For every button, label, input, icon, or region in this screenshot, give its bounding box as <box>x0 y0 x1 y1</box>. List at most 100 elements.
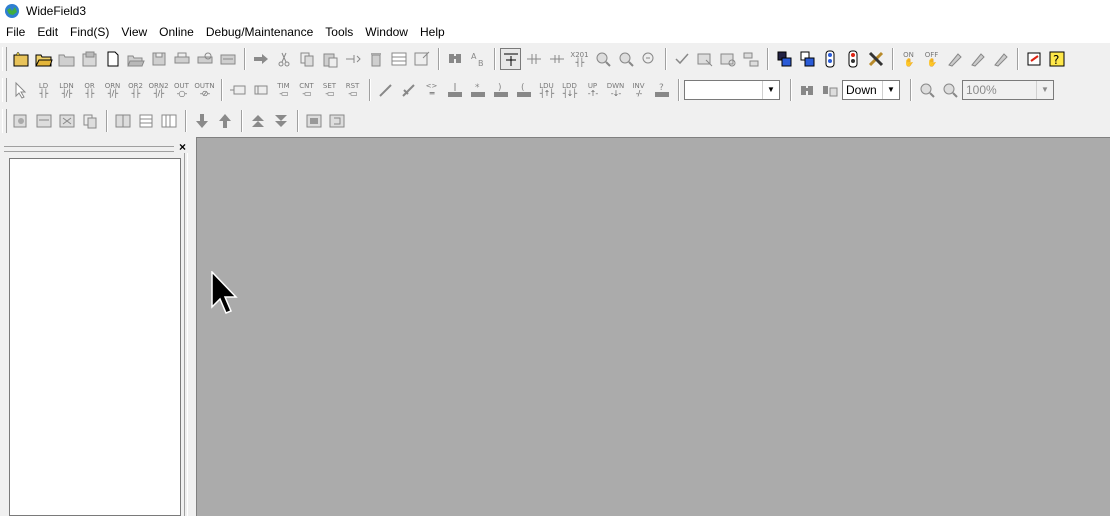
find-combo[interactable]: ▼ <box>684 79 780 100</box>
new-project-icon[interactable] <box>10 48 31 70</box>
table-icon[interactable] <box>388 48 409 70</box>
zoom-combo[interactable]: 100% ▼ <box>962 79 1054 100</box>
bracket-close-icon[interactable]: ) <box>490 79 511 101</box>
menu-edit[interactable]: Edit <box>31 22 64 43</box>
toolbar-grip[interactable] <box>2 108 7 133</box>
menu-find[interactable]: Find(S) <box>64 22 115 43</box>
cnt-button[interactable]: CNT -▭ <box>296 79 317 101</box>
copy-icon[interactable] <box>296 48 317 70</box>
menu-file[interactable]: File <box>0 22 31 43</box>
up-button[interactable]: UP -↑- <box>582 79 603 101</box>
toolbar-grip[interactable] <box>2 46 7 71</box>
reset-value-icon[interactable] <box>967 48 988 70</box>
insert-contact-icon[interactable] <box>523 48 544 70</box>
force-off-icon[interactable]: OFF ✋ <box>921 48 942 70</box>
zoom-cross-icon[interactable] <box>638 48 659 70</box>
force-on-icon[interactable]: ON ✋ <box>898 48 919 70</box>
new-file-icon[interactable] <box>102 48 123 70</box>
close-project-icon[interactable] <box>56 48 77 70</box>
menu-view[interactable]: View <box>115 22 153 43</box>
properties-icon[interactable] <box>411 48 432 70</box>
toolbar-grip[interactable] <box>2 77 7 102</box>
direction-combo[interactable]: Down ▼ <box>842 79 900 100</box>
compare-icon[interactable] <box>717 48 738 70</box>
save-file-icon[interactable] <box>148 48 169 70</box>
chevron-down-icon[interactable]: ▼ <box>882 80 899 99</box>
mdi-workspace[interactable] <box>196 137 1110 516</box>
zoom-search-icon[interactable] <box>592 48 613 70</box>
run-mode-icon[interactable] <box>819 48 840 70</box>
block-view-icon[interactable] <box>303 110 324 132</box>
network-icon[interactable] <box>740 48 761 70</box>
compare-button[interactable]: <> ═ <box>421 79 442 101</box>
panel-splitter[interactable] <box>184 153 188 516</box>
vertical-line-icon[interactable] <box>444 79 465 101</box>
erase-line-icon[interactable] <box>398 79 419 101</box>
print-icon[interactable] <box>171 48 192 70</box>
ld-button[interactable]: LD ┤├ <box>33 79 54 101</box>
search-binoculars-icon[interactable] <box>796 79 817 101</box>
or2-button[interactable]: OR2 ┤├ <box>125 79 146 101</box>
draw-line-icon[interactable] <box>375 79 396 101</box>
chevron-down-icon[interactable]: ▼ <box>1036 80 1053 99</box>
cut-icon[interactable] <box>273 48 294 70</box>
save-project-icon[interactable] <box>79 48 100 70</box>
open-file-icon[interactable] <box>125 48 146 70</box>
page-setup-icon[interactable] <box>217 48 238 70</box>
zoom-in-icon[interactable] <box>916 79 937 101</box>
open-project-icon[interactable] <box>33 48 54 70</box>
function-block-alt-icon[interactable] <box>250 79 271 101</box>
monitor-icon[interactable] <box>1023 48 1044 70</box>
menu-online[interactable]: Online <box>153 22 200 43</box>
dwn-button[interactable]: DWN -↓- <box>605 79 626 101</box>
zoom-search-alt-icon[interactable] <box>615 48 636 70</box>
program-list-icon[interactable] <box>33 110 54 132</box>
ldd-button[interactable]: LDD ┤↓├ <box>559 79 580 101</box>
orn2-button[interactable]: ORN2 ┤/├ <box>148 79 169 101</box>
orn-button[interactable]: ORN ┤/├ <box>102 79 123 101</box>
io-table-icon[interactable] <box>112 110 133 132</box>
move-up-icon[interactable] <box>214 110 235 132</box>
diff-up-icon[interactable]: * <box>467 79 488 101</box>
check-icon[interactable] <box>671 48 692 70</box>
arrow-right-icon[interactable] <box>250 48 271 70</box>
search-replace-icon[interactable] <box>819 79 840 101</box>
bracket-open-icon[interactable]: ( <box>513 79 534 101</box>
plc-connect-icon[interactable] <box>773 48 794 70</box>
zoom-out-icon[interactable] <box>939 79 960 101</box>
plc-transfer-icon[interactable] <box>796 48 817 70</box>
tools-icon[interactable] <box>865 48 886 70</box>
grid-table-icon[interactable] <box>158 110 179 132</box>
move-down-icon[interactable] <box>191 110 212 132</box>
compile-icon[interactable] <box>694 48 715 70</box>
ldn-button[interactable]: LDN ┤/├ <box>56 79 77 101</box>
set-button[interactable]: SET -▭ <box>319 79 340 101</box>
edit-value-icon[interactable] <box>990 48 1011 70</box>
function-block-icon[interactable] <box>227 79 248 101</box>
delete-icon[interactable] <box>365 48 386 70</box>
select-cursor-icon[interactable] <box>10 79 31 101</box>
insert-rung-icon[interactable] <box>500 47 521 70</box>
rst-button[interactable]: RST -▭ <box>342 79 363 101</box>
panel-header[interactable]: × <box>4 141 188 153</box>
or-button[interactable]: OR ┤├ <box>79 79 100 101</box>
cross-reference-icon[interactable] <box>56 110 77 132</box>
memory-table-icon[interactable] <box>135 110 156 132</box>
close-icon[interactable]: × <box>179 141 186 153</box>
inv-button[interactable]: INV -/- <box>628 79 649 101</box>
ldu-button[interactable]: LDU ┤↑├ <box>536 79 557 101</box>
delete-contact-icon[interactable] <box>546 48 567 70</box>
replace-icon[interactable]: AB <box>467 48 488 70</box>
comment-list-icon[interactable] <box>79 110 100 132</box>
stop-mode-icon[interactable] <box>842 48 863 70</box>
tim-button[interactable]: TIM -▭ <box>273 79 294 101</box>
print-preview-icon[interactable] <box>194 48 215 70</box>
menu-debug-maintenance[interactable]: Debug/Maintenance <box>200 22 319 43</box>
menu-tools[interactable]: Tools <box>319 22 359 43</box>
out-button[interactable]: OUT -○- <box>171 79 192 101</box>
help-icon[interactable]: ? <box>1046 48 1067 70</box>
move-bottom-icon[interactable] <box>270 110 291 132</box>
project-tree[interactable] <box>9 158 181 516</box>
menu-window[interactable]: Window <box>359 22 414 43</box>
program-icon[interactable] <box>10 110 31 132</box>
